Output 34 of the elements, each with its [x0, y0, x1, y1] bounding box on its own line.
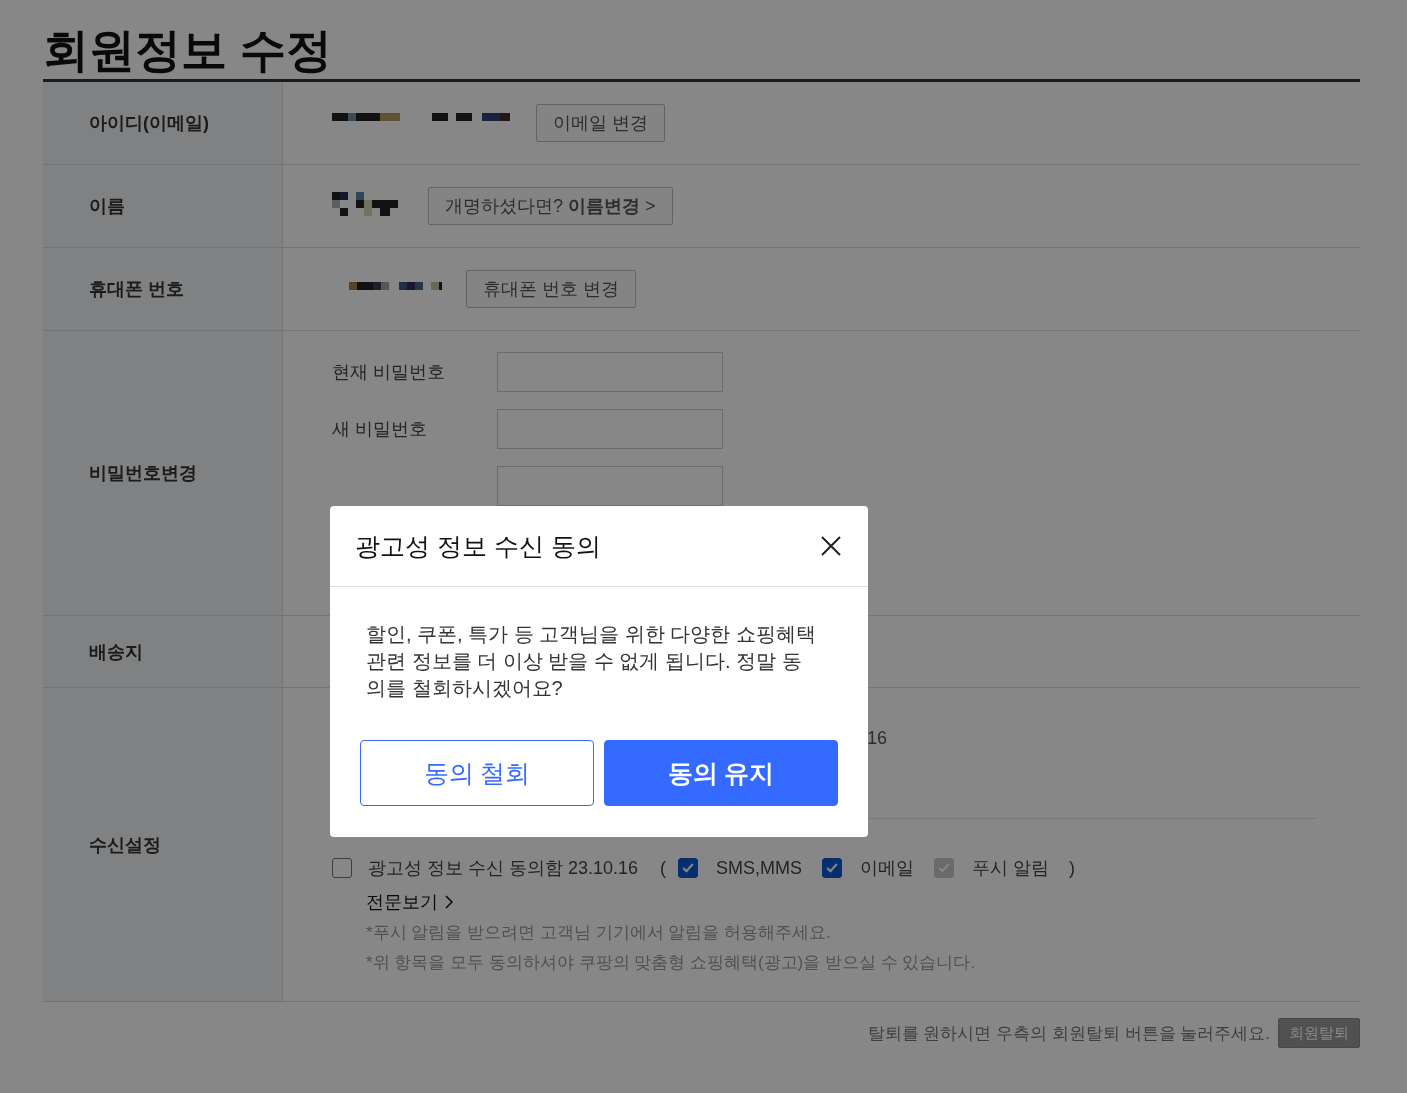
- paren-text: ): [1069, 857, 1076, 879]
- field-label: 새 비밀번호: [332, 418, 428, 441]
- consent-label: 광고성 정보 수신 동의함 23.10.16: [368, 857, 639, 880]
- change-button[interactable]: 이메일 변경: [536, 104, 665, 142]
- field-label: 현재 비밀번호: [332, 361, 446, 384]
- channel-label: SMS,MMS: [716, 857, 803, 879]
- paren-text: (: [660, 857, 667, 879]
- row-label: 휴대폰 번호: [43, 248, 283, 330]
- row-label: 이름: [43, 165, 283, 247]
- row-label: 비밀번호변경: [43, 331, 283, 615]
- redacted-drawing: [332, 192, 398, 216]
- dialog-message: 할인, 쿠폰, 특가 등 고객님을 위한 다양한 쇼핑혜택 관련 정보를 더 이상 받을 수 없게 됩니다. 정말 동의를 철회하시겠어요?: [366, 622, 816, 701]
- date-text: 16: [867, 728, 888, 748]
- channel-label: 이메일: [860, 857, 915, 880]
- row-label: 배송지: [43, 616, 283, 687]
- channel-checkbox[interactable]: [822, 858, 843, 878]
- password-field[interactable]: [497, 352, 723, 392]
- consent-checkbox[interactable]: [332, 858, 352, 878]
- close-icon[interactable]: [820, 535, 842, 557]
- change-button[interactable]: 휴대폰 번호 변경: [466, 270, 636, 308]
- chevron-icon: [444, 894, 454, 910]
- channel-label: 푸시 알림: [972, 857, 1050, 880]
- change-button[interactable]: 개명하셨다면? 이름변경 >: [428, 187, 673, 225]
- footer-text: 탈퇴를 원하시면 우측의 회원탈퇴 버튼을 눌러주세요.: [867, 1022, 1270, 1045]
- row-label: 수신설정: [43, 688, 283, 1001]
- dialog-button[interactable]: 동의 철회: [360, 740, 594, 806]
- full-text-link[interactable]: 전문보기: [366, 890, 454, 914]
- row-label: 아이디(이메일): [43, 82, 283, 164]
- dialog-title: 광고성 정보 수신 동의: [355, 530, 601, 562]
- channel-checkbox[interactable]: [678, 858, 699, 878]
- dialog-button[interactable]: 동의 유지: [604, 740, 838, 806]
- page-title: 회원정보 수정: [43, 23, 333, 78]
- password-field[interactable]: [497, 409, 723, 449]
- password-field[interactable]: [497, 466, 723, 506]
